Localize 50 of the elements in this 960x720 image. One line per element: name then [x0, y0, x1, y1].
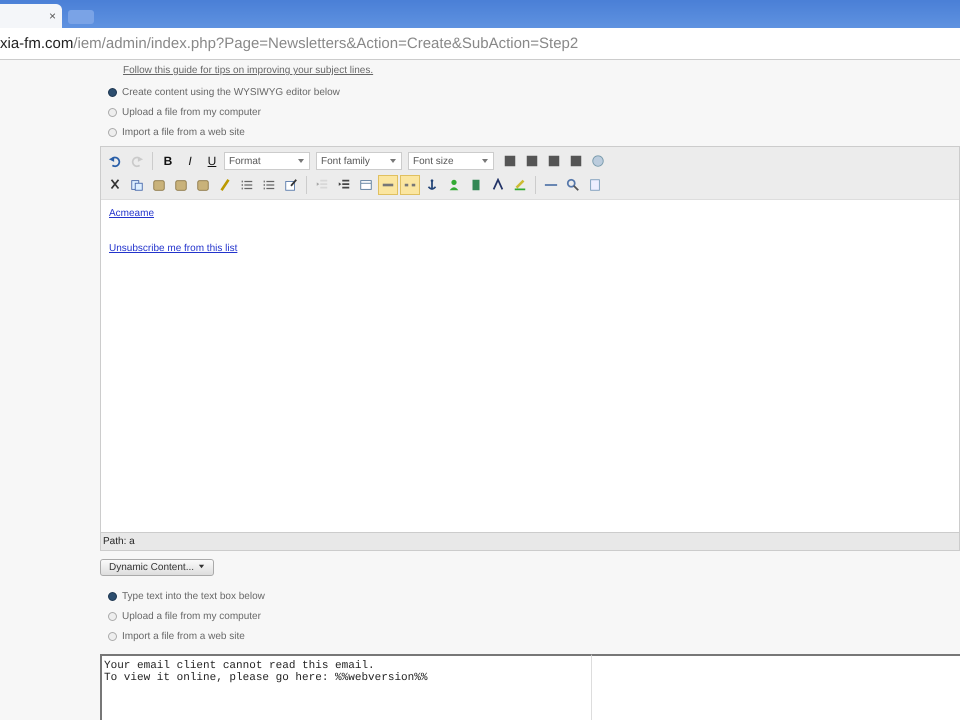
- radio-button[interactable]: [108, 592, 117, 600]
- editor-link[interactable]: Unsubscribe me from this list: [109, 243, 238, 254]
- person-icon: [447, 178, 461, 192]
- tab-close-button[interactable]: ×: [48, 9, 56, 23]
- format-button[interactable]: I: [180, 151, 200, 171]
- radio-label: Upload a file from my computer: [122, 106, 261, 118]
- format-button[interactable]: B: [158, 151, 178, 171]
- radio-label: Import a file from a web site: [122, 126, 245, 138]
- caret-icon: [198, 563, 206, 570]
- radio-label: Upload a file from my computer: [122, 610, 261, 622]
- dropdown[interactable]: Format: [224, 152, 310, 170]
- copy-icon: [130, 178, 144, 192]
- redo-icon: [130, 154, 144, 168]
- highlighter-icon: [513, 178, 527, 192]
- text-area[interactable]: Your email client cannot read this email. To view it online, please go here: %%webversion%%: [100, 654, 592, 720]
- address-bar[interactable]: xia-fm.com/iem/admin/index.php?Page=Newsletters&Action=Create&SubAction=Step2: [0, 28, 960, 60]
- table-icon: [359, 178, 373, 192]
- search-icon: [566, 178, 580, 192]
- align-icon: [547, 154, 561, 168]
- undo-icon: [108, 154, 122, 168]
- dropdown[interactable]: Font size: [408, 152, 494, 170]
- bullet-list-icon: [240, 178, 254, 192]
- align-icon: [525, 154, 539, 168]
- radio-button[interactable]: [108, 612, 117, 620]
- radio-button[interactable]: [108, 632, 117, 640]
- document-icon: [588, 178, 602, 192]
- radio-label: Import a file from a web site: [122, 630, 245, 642]
- radio-label: Create content using the WYSIWYG editor below: [122, 86, 340, 98]
- numbered-list-icon: [262, 178, 276, 192]
- path-bar: Path: a: [101, 532, 959, 550]
- format-button[interactable]: U: [202, 151, 222, 171]
- editor-area[interactable]: Acmeame Unsubscribe me from this list: [101, 200, 959, 532]
- guide-link[interactable]: Follow this guide for tips on improving your subject lines.: [123, 65, 374, 76]
- align-icon: [569, 154, 583, 168]
- editor-link[interactable]: Acmeame: [109, 208, 154, 219]
- radio-button[interactable]: [108, 128, 117, 136]
- dropdown[interactable]: Font family: [316, 152, 402, 170]
- radio-label: Type text into the text box below: [122, 590, 265, 602]
- scissors-icon: [108, 178, 122, 192]
- anchor-icon: [425, 178, 439, 192]
- dynamic-content-button[interactable]: Dynamic Content...: [100, 559, 214, 576]
- caret-icon: [481, 157, 489, 165]
- radio-button[interactable]: [108, 108, 117, 116]
- browser-tab[interactable]: ×: [0, 4, 62, 28]
- align-icon: [503, 154, 517, 168]
- edit-icon: [284, 178, 298, 192]
- caret-icon: [389, 157, 397, 165]
- brush-icon: [218, 178, 232, 192]
- caret-icon: [297, 157, 305, 165]
- radio-button[interactable]: [108, 88, 117, 96]
